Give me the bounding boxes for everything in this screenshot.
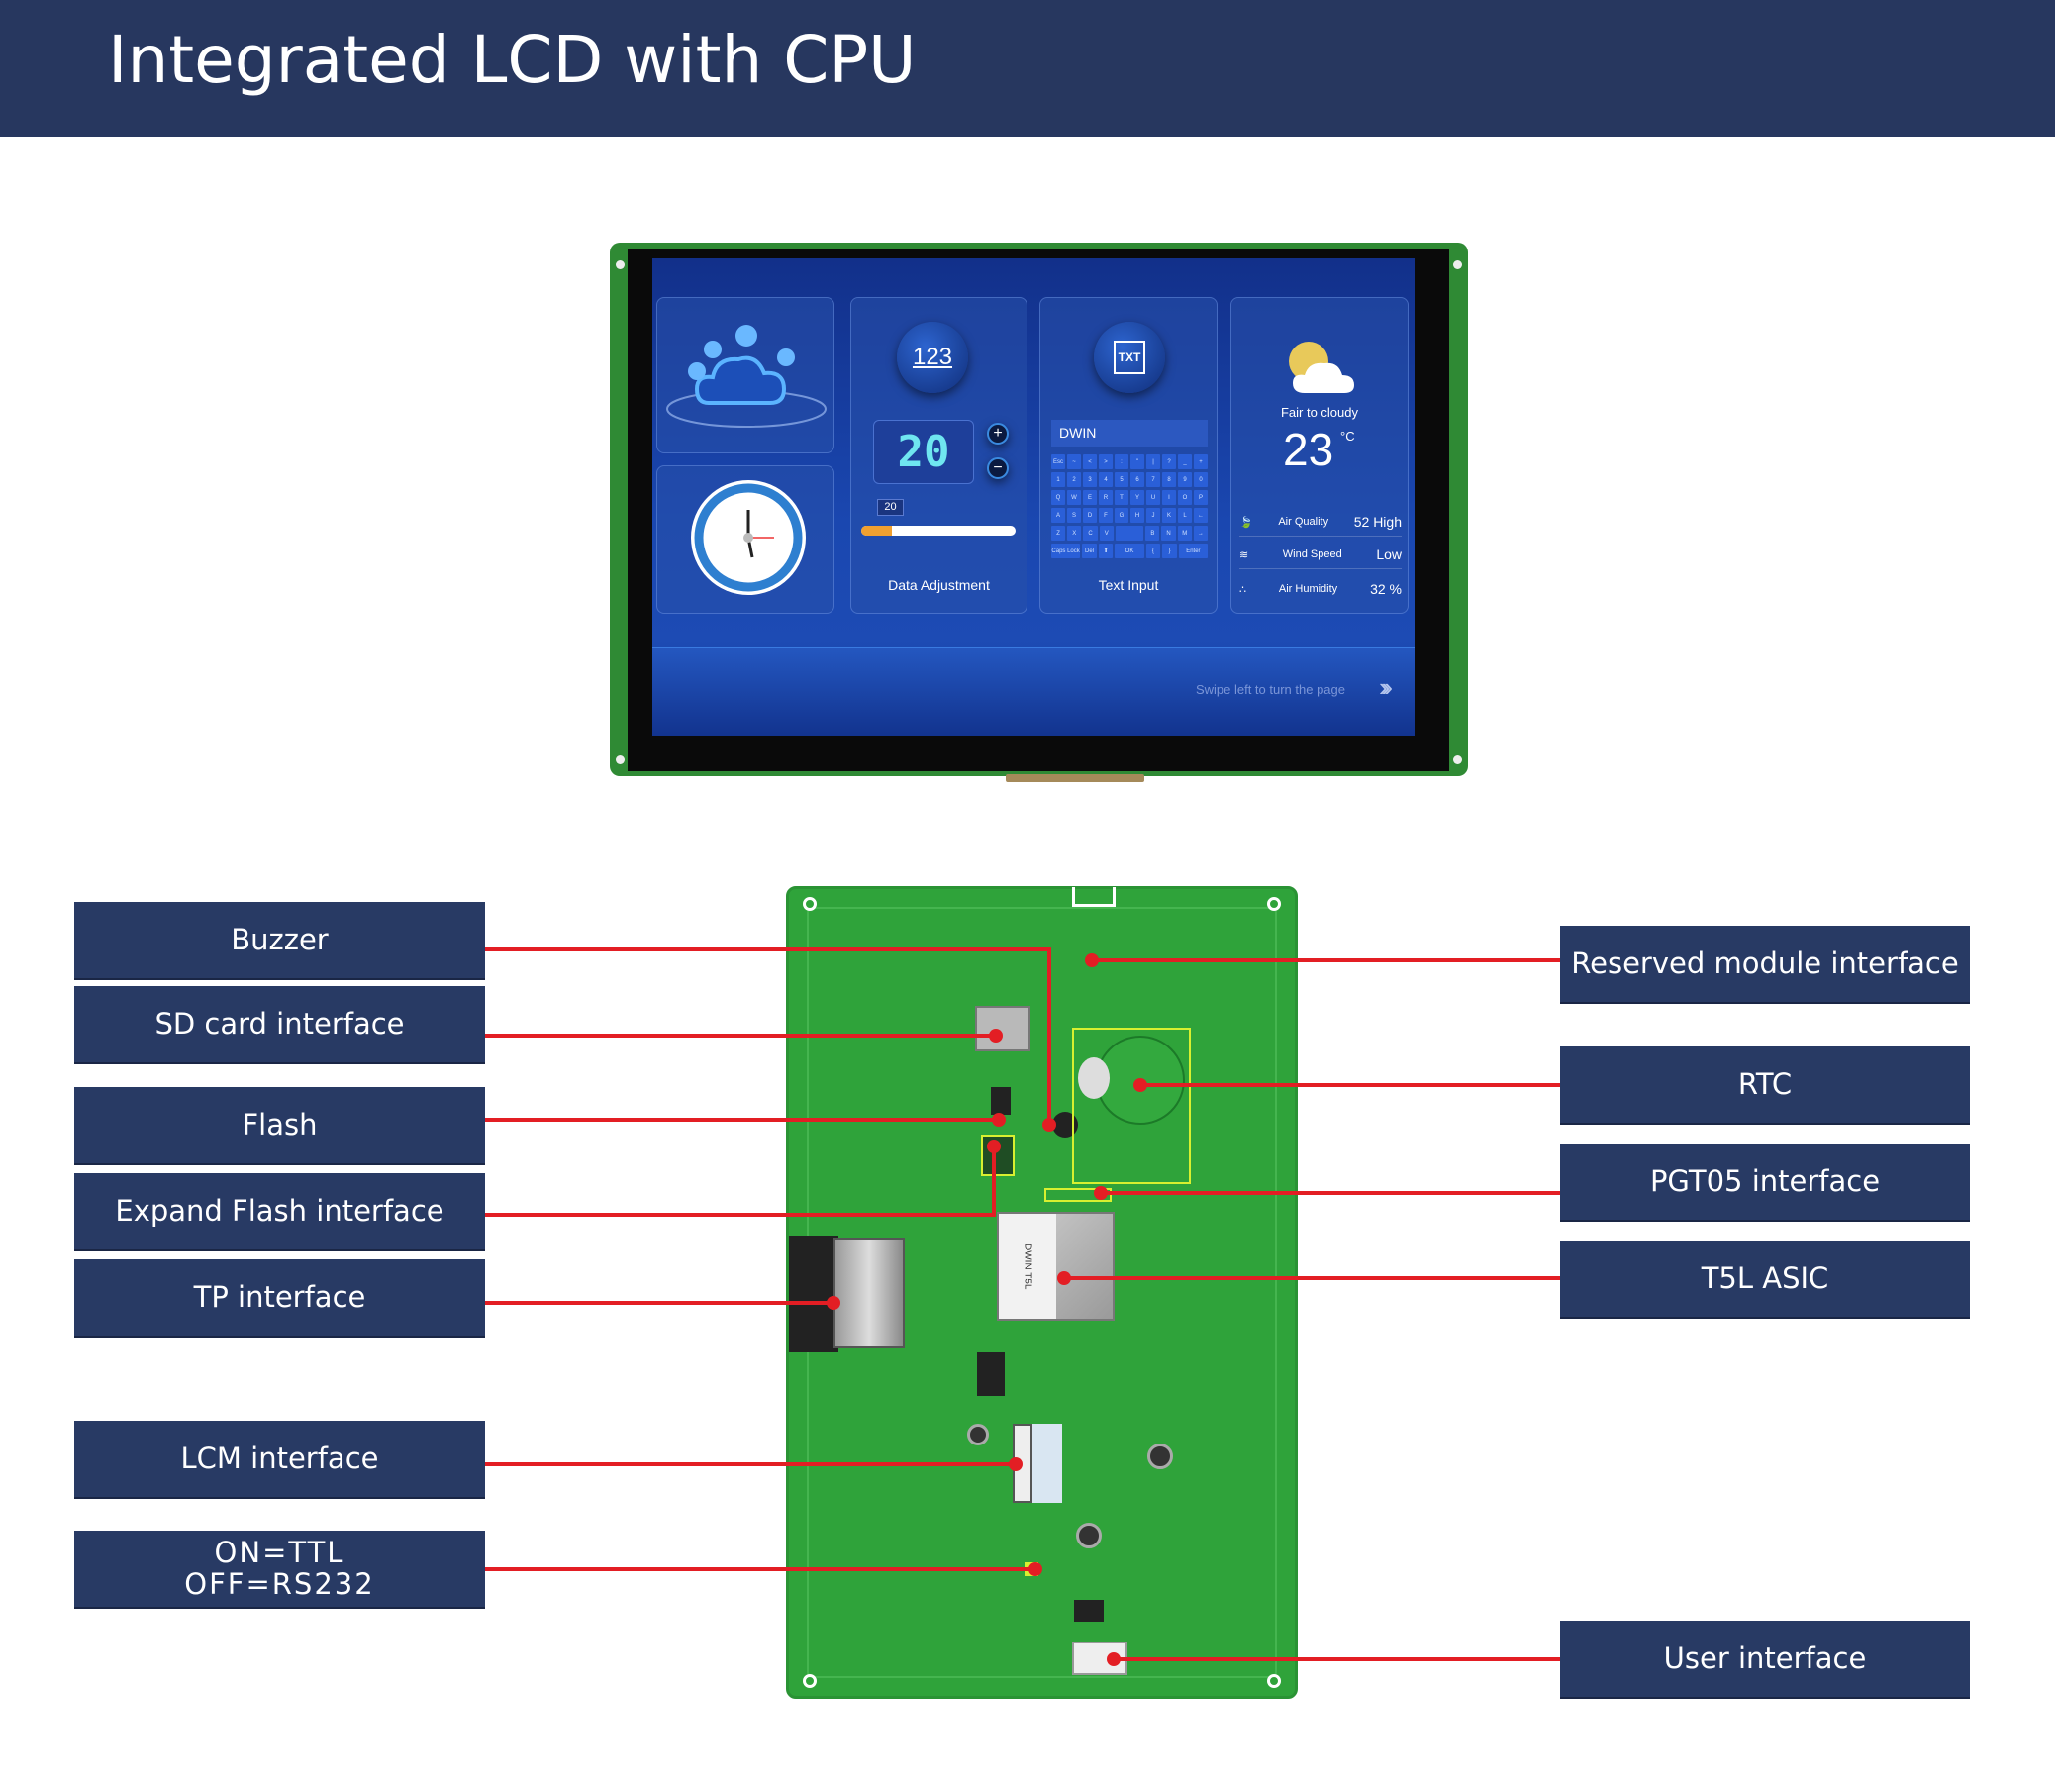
- label-tp-interface: TP interface: [74, 1259, 485, 1336]
- label-lcm-interface: LCM interface: [74, 1421, 485, 1497]
- anchor-dot: [1085, 953, 1099, 967]
- label-rtc: RTC: [1560, 1046, 1970, 1123]
- label-sd-card-interface: SD card interface: [74, 986, 485, 1062]
- anchor-dot: [1133, 1078, 1147, 1092]
- label-expand-flash-interface: Expand Flash interface: [74, 1173, 485, 1249]
- anchor-dot: [1094, 1186, 1108, 1200]
- label-flash: Flash: [74, 1087, 485, 1163]
- expand-flash-line: [485, 1146, 996, 1217]
- label-t5l-asic: T5L ASIC: [1560, 1241, 1970, 1317]
- label-ttl-rs232: ON=TTL OFF=RS232: [74, 1531, 485, 1607]
- anchor-dot: [1107, 1652, 1121, 1666]
- label-reserved-module-interface: Reserved module interface: [1560, 926, 1970, 1002]
- anchor-dot: [989, 1029, 1003, 1043]
- anchor-dot: [1057, 1271, 1071, 1285]
- anchor-dot: [1042, 1118, 1056, 1132]
- leader-lines: [485, 947, 1560, 1666]
- label-user-interface: User interface: [1560, 1621, 1970, 1697]
- anchor-dot: [827, 1296, 840, 1310]
- anchor-dot: [1028, 1562, 1042, 1576]
- anchor-dot: [1009, 1457, 1023, 1471]
- label-buzzer: Buzzer: [74, 902, 485, 978]
- anchor-dot: [987, 1140, 1001, 1153]
- anchor-dot: [992, 1113, 1006, 1127]
- label-pgt05-interface: PGT05 interface: [1560, 1144, 1970, 1220]
